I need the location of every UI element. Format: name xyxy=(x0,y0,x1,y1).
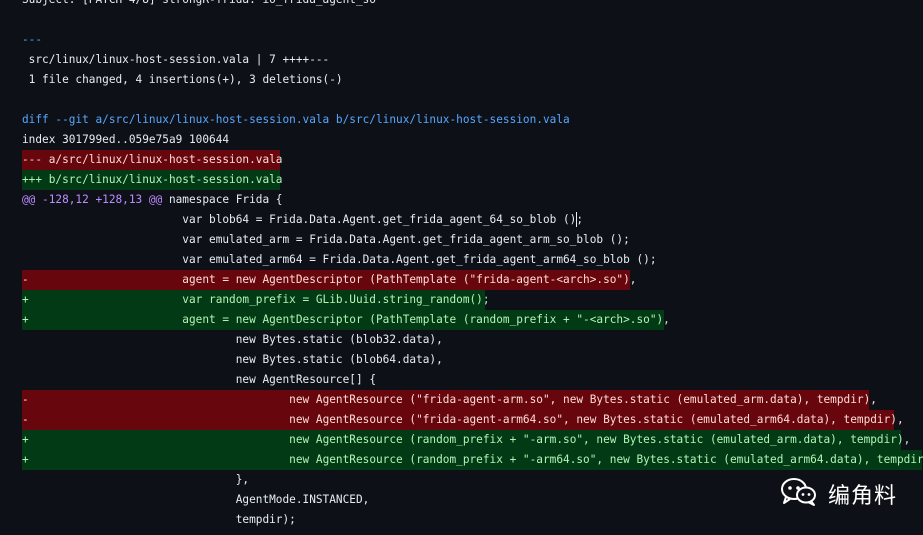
diff-line-text: var emulated_arm64 = Frida.Data.Agent.ge… xyxy=(22,253,657,266)
diff-line-text: var emulated_arm = Frida.Data.Agent.get_… xyxy=(22,233,630,246)
diff-line-context: var emulated_arm = Frida.Data.Agent.get_… xyxy=(0,230,923,250)
diff-line-added: + agent = new AgentDescriptor (PathTempl… xyxy=(0,310,923,330)
diff-index: index 301799ed..059e75a9 100644 xyxy=(22,133,230,146)
diff-line-text: new Bytes.static (blob32.data), xyxy=(22,333,443,346)
email-subject: Subject: [PATCH 4/8] strongR-frida: io_f… xyxy=(22,0,376,10)
stat-file-line: src/linux/linux-host-session.vala | 7 ++… xyxy=(0,50,923,70)
diff-git-header-line: diff --git a/src/linux/linux-host-sessio… xyxy=(0,110,923,130)
diff-line-text: new Bytes.static (blob64.data), xyxy=(22,353,443,366)
hunk-header-line: @@ -128,12 +128,13 @@ namespace Frida { xyxy=(0,190,923,210)
diff-line-added: + new AgentResource (random_prefix + "-a… xyxy=(0,450,923,470)
diff-line-context: new Bytes.static (blob64.data), xyxy=(0,350,923,370)
diff-line-deleted: - new AgentResource ("frida-agent-arm.so… xyxy=(0,390,923,410)
hunk-range: @@ -128,12 +128,13 @@ xyxy=(22,193,163,206)
watermark-label: 编角料 xyxy=(828,484,898,509)
stat-separator: --- xyxy=(22,33,43,46)
diff-line-text: + new AgentResource (random_prefix + "-a… xyxy=(22,453,923,466)
diff-line-text: + new AgentResource (random_prefix + "-a… xyxy=(22,433,911,446)
subject-line: Subject: [PATCH 4/8] strongR-frida: io_f… xyxy=(0,0,923,10)
diff-line-context: new AgentResource[] { xyxy=(0,370,923,390)
diff-old-file: --- a/src/linux/linux-host-session.vala xyxy=(22,153,283,166)
diff-line-text: tempdir); xyxy=(22,513,296,526)
diff-line-added: + var random_prefix = GLib.Uuid.string_r… xyxy=(0,290,923,310)
diff-line-text: new AgentResource[] { xyxy=(22,373,376,386)
diff-new-file-line: +++ b/src/linux/linux-host-session.vala xyxy=(0,170,923,190)
stat-summary-line: 1 file changed, 4 insertions(+), 3 delet… xyxy=(0,70,923,90)
diff-line-text: - new AgentResource ("frida-agent-arm64.… xyxy=(22,413,904,426)
diff-line-context: var blob64 = Frida.Data.Agent.get_frida_… xyxy=(0,210,923,230)
wechat-icon xyxy=(780,477,818,512)
stat-separator-line: --- xyxy=(0,30,923,50)
watermark: 编角料 xyxy=(780,474,897,514)
diff-index-line: index 301799ed..059e75a9 100644 xyxy=(0,130,923,150)
diff-line-context: var emulated_arm64 = Frida.Data.Agent.ge… xyxy=(0,250,923,270)
diff-line-text: var blob64 = Frida.Data.Agent.get_frida_… xyxy=(22,213,584,226)
patch-view: Subject: [PATCH 4/8] strongR-frida: io_f… xyxy=(0,0,923,530)
diff-line-text: - new AgentResource ("frida-agent-arm.so… xyxy=(22,393,877,406)
diff-old-file-line: --- a/src/linux/linux-host-session.vala xyxy=(0,150,923,170)
diff-line-text: AgentMode.INSTANCED, xyxy=(22,493,370,506)
diff-git-header: diff --git a/src/linux/linux-host-sessio… xyxy=(22,113,570,126)
diff-line-text: - agent = new AgentDescriptor (PathTempl… xyxy=(22,273,637,286)
diff-line-added: + new AgentResource (random_prefix + "-a… xyxy=(0,430,923,450)
diff-line-text: }, xyxy=(22,473,250,486)
terminal-window: Subject: [PATCH 4/8] strongR-frida: io_f… xyxy=(0,0,923,535)
diff-line-text: + agent = new AgentDescriptor (PathTempl… xyxy=(22,313,670,326)
stat-summary: 1 file changed, 4 insertions(+), 3 delet… xyxy=(22,73,343,86)
diff-line-text: + var random_prefix = GLib.Uuid.string_r… xyxy=(22,293,490,306)
diff-new-file: +++ b/src/linux/linux-host-session.vala xyxy=(22,173,283,186)
hunk-context: namespace Frida { xyxy=(162,193,283,206)
diff-line-deleted: - new AgentResource ("frida-agent-arm64.… xyxy=(0,410,923,430)
stat-file: src/linux/linux-host-session.vala | 7 ++… xyxy=(22,53,330,66)
diff-line-context: new Bytes.static (blob32.data), xyxy=(0,330,923,350)
diff-line-deleted: - agent = new AgentDescriptor (PathTempl… xyxy=(0,270,923,290)
